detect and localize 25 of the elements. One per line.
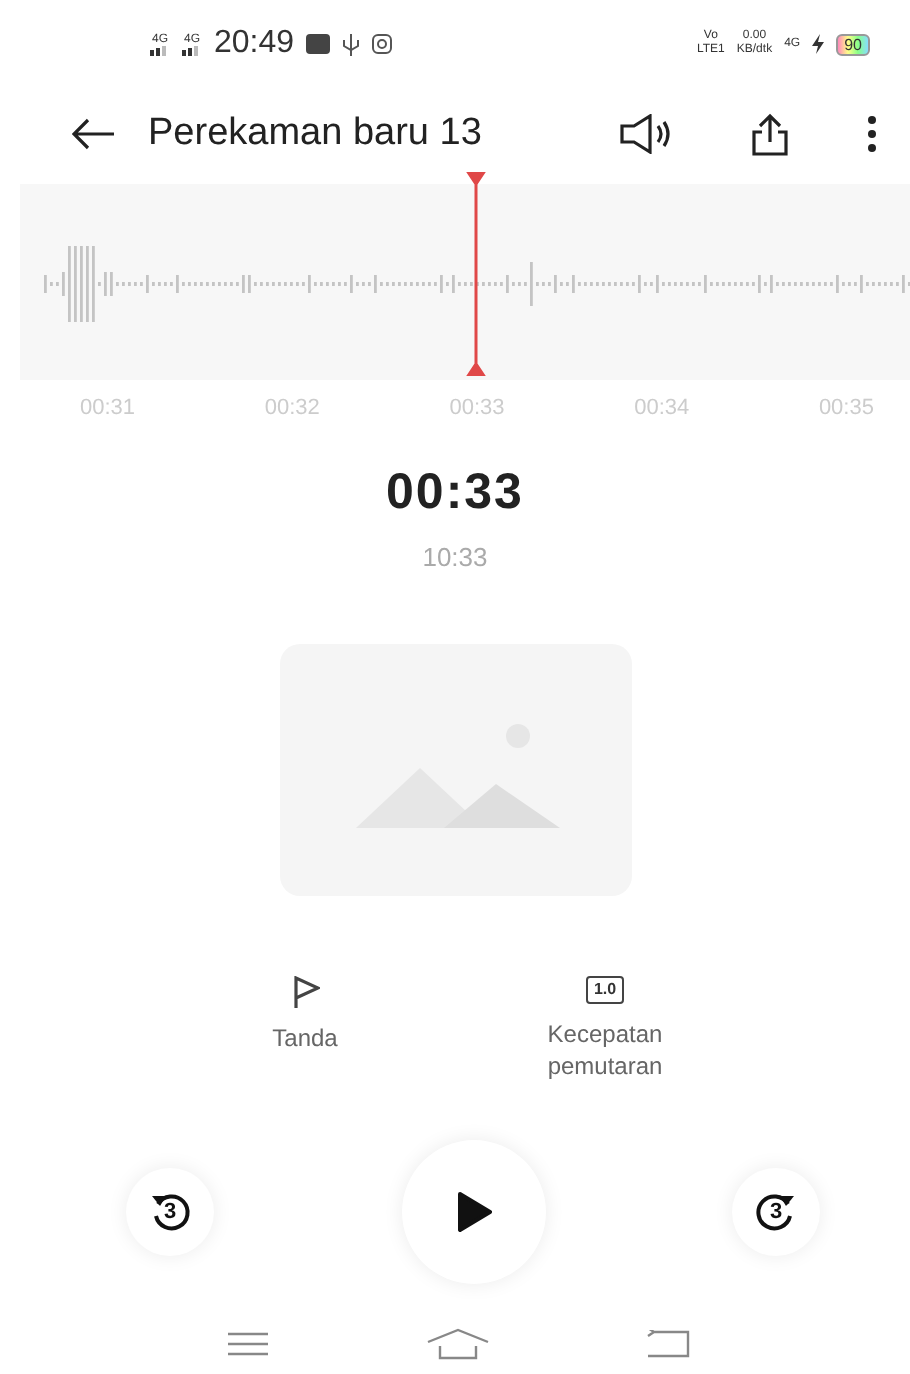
- rewind-button[interactable]: 3: [126, 1167, 214, 1256]
- share-button[interactable]: [750, 112, 790, 156]
- back-button[interactable]: [72, 118, 116, 150]
- speaker-button[interactable]: [618, 114, 674, 154]
- battery-icon: 90: [836, 33, 870, 55]
- usb-icon: [342, 33, 361, 55]
- clock-text: 20:49: [214, 26, 295, 62]
- flag-icon: [291, 976, 319, 1008]
- charging-icon: [812, 34, 825, 54]
- forward-arrow-icon: [754, 1189, 798, 1234]
- home-icon[interactable]: [425, 1327, 489, 1360]
- total-duration: 10:33: [420, 542, 490, 572]
- app-icon: [306, 34, 331, 54]
- speed-badge: 1.0: [585, 976, 625, 1005]
- mark-button[interactable]: Tanda: [225, 976, 385, 1084]
- recording-title: Perekaman baru 13: [148, 112, 484, 156]
- back-icon[interactable]: [646, 1329, 690, 1358]
- current-time: 00:33: [384, 464, 526, 522]
- play-icon: [455, 1191, 491, 1232]
- rewind-arrow-icon: [148, 1189, 192, 1234]
- playback-speed-button[interactable]: 1.0 Kecepatan pemutaran: [525, 976, 685, 1084]
- more-menu-button[interactable]: [866, 114, 878, 154]
- playhead-marker[interactable]: [466, 172, 486, 376]
- forward-button[interactable]: 3: [732, 1167, 820, 1256]
- menu-icon[interactable]: [228, 1331, 268, 1356]
